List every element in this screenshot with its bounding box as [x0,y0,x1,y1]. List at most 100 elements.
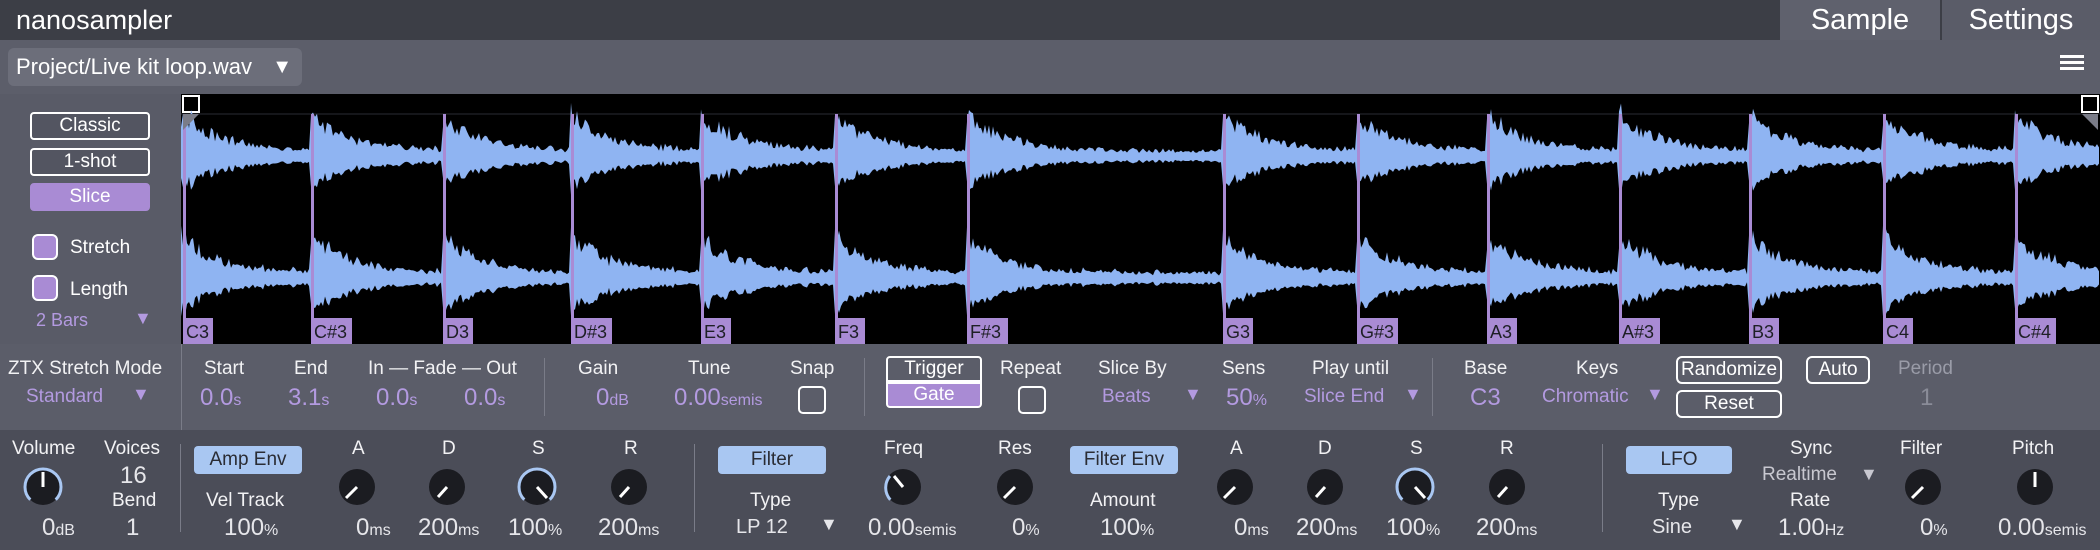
waveform-display[interactable]: C3 C#3 D3 D#3 E3 F3 F#3 G3 G#3 A3 A#3 B3 C4 C#4 [181,94,2100,344]
chevron-down-icon[interactable]: ▼ [134,308,152,329]
menu-icon[interactable] [2060,52,2084,76]
volume-knob[interactable] [22,466,64,508]
slice-marker [311,114,314,344]
slice-label: G#3 [1360,322,1394,342]
keys-value[interactable]: Chromatic [1542,386,1629,408]
period-label: Period [1898,358,1953,379]
lfo-filter-knob[interactable] [1902,466,1944,508]
slice-marker [443,114,446,344]
freq-value[interactable]: 0.00semis [868,514,957,542]
amp-decay-value[interactable]: 200ms [418,514,479,542]
slice-marker [1357,114,1360,344]
play-until-value[interactable]: Slice End [1304,386,1384,408]
fenv-decay-knob[interactable] [1304,466,1346,508]
lfo-filter-label: Filter [1900,438,1943,459]
amp-release-value[interactable]: 200ms [598,514,659,542]
lfo-type-value[interactable]: Sine [1652,516,1692,539]
bend-value[interactable]: 1 [126,514,139,542]
slice-by-value[interactable]: Beats [1102,386,1151,408]
amp-attack-value[interactable]: 0ms [356,514,391,542]
gain-value[interactable]: 0dB [596,384,629,412]
mode-slice-button[interactable]: Slice [30,183,150,211]
snap-checkbox[interactable] [798,386,826,414]
tune-value[interactable]: 0.00semis [674,384,763,412]
fenv-attack-knob[interactable] [1214,466,1256,508]
slice-marker [183,114,186,344]
gate-button[interactable]: Gate [886,382,982,408]
divider [181,344,182,430]
filter-env-button[interactable]: Filter Env [1070,446,1178,474]
slice-marker [2015,114,2018,344]
length-checkbox[interactable] [32,275,58,301]
mode-1shot-button[interactable]: 1-shot [30,148,150,176]
amp-release-knob[interactable] [608,466,650,508]
reset-button[interactable]: Reset [1676,390,1782,418]
end-value[interactable]: 3.1s [288,384,329,412]
fade-out-value[interactable]: 0.0s [464,384,505,412]
fenv-attack-value[interactable]: 0ms [1234,514,1269,542]
chevron-down-icon[interactable]: ▼ [1860,464,1878,485]
chevron-down-icon[interactable]: ▼ [1646,384,1664,405]
vel-track-value[interactable]: 100% [224,514,278,542]
tab-sample[interactable]: Sample [1780,0,1940,40]
fenv-release-value[interactable]: 200ms [1476,514,1537,542]
chevron-down-icon[interactable]: ▼ [1404,384,1422,405]
stretch-checkbox[interactable] [32,234,58,260]
randomize-button[interactable]: Randomize [1676,356,1782,384]
pitch-knob[interactable] [2014,466,2056,508]
length-value[interactable]: 2 Bars [36,310,88,331]
ztx-value[interactable]: Standard [26,386,103,408]
lfo-filter-value[interactable]: 0% [1920,514,1948,542]
base-value[interactable]: C3 [1470,384,1501,412]
divider [1432,358,1433,416]
rate-value[interactable]: 1.00Hz [1778,514,1844,542]
end-label: End [294,358,328,379]
sync-value[interactable]: Realtime [1762,464,1837,486]
chevron-down-icon[interactable]: ▼ [1184,384,1202,405]
amount-value[interactable]: 100% [1100,514,1154,542]
sens-value[interactable]: 50% [1226,384,1267,412]
file-select[interactable]: Project/Live kit loop.wav ▼ [8,48,302,86]
fenv-decay-value[interactable]: 200ms [1296,514,1357,542]
mode-classic-button[interactable]: Classic [30,112,150,140]
fenv-sustain-value[interactable]: 100% [1386,514,1440,542]
res-label: Res [998,438,1032,459]
trigger-button[interactable]: Trigger [886,356,982,382]
amp-sustain-knob[interactable] [516,466,558,508]
res-knob[interactable] [994,466,1036,508]
voices-value[interactable]: 16 [120,462,147,490]
amp-decay-knob[interactable] [426,466,468,508]
divider [694,444,695,532]
start-value[interactable]: 0.0s [200,384,241,412]
amp-sustain-value[interactable]: 100% [508,514,562,542]
fenv-sustain-knob[interactable] [1394,466,1436,508]
auto-button[interactable]: Auto [1806,356,1870,384]
slice-label: C#3 [314,322,347,342]
fade-in-value[interactable]: 0.0s [376,384,417,412]
repeat-checkbox[interactable] [1018,386,1046,414]
amp-attack-knob[interactable] [336,466,378,508]
slice-marker [967,114,970,344]
chevron-down-icon[interactable]: ▼ [820,514,838,535]
end-handle-icon [2081,95,2099,113]
chevron-down-icon[interactable]: ▼ [1728,514,1746,535]
slice-label: A#3 [1622,322,1654,342]
slice-label: F3 [838,322,859,342]
amp-env-button[interactable]: Amp Env [194,446,302,474]
pitch-value[interactable]: 0.00semis [1998,514,2087,542]
slice-marker [1749,114,1752,344]
res-value[interactable]: 0% [1012,514,1040,542]
file-bar: Project/Live kit loop.wav ▼ [0,40,2100,94]
filter-type-value[interactable]: LP 12 [736,516,788,539]
filter-button[interactable]: Filter [718,446,826,474]
fenv-release-label: R [1500,438,1514,459]
fenv-release-knob[interactable] [1486,466,1528,508]
amp-decay-label: D [442,438,456,459]
chevron-down-icon[interactable]: ▼ [132,384,150,405]
volume-value[interactable]: 0dB [42,514,75,542]
filter-type-label: Type [750,490,792,511]
tab-settings[interactable]: Settings [1942,0,2100,40]
lfo-button[interactable]: LFO [1626,446,1732,474]
title-bar: nanosampler Sample Settings [0,0,2100,40]
freq-knob[interactable] [882,466,924,508]
